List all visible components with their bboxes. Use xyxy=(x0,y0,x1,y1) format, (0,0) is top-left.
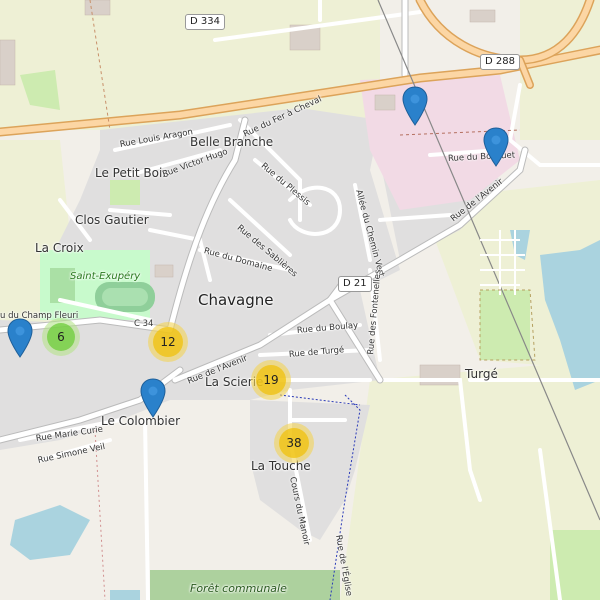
map-pin-marker-commercial[interactable] xyxy=(402,86,428,126)
road-label-c34: C 34 xyxy=(134,319,154,329)
road-shield-d334: D 334 xyxy=(185,14,225,30)
road-shield-d288: D 288 xyxy=(480,54,520,70)
park-label-saint-exupery: Saint-Exupéry xyxy=(70,271,141,282)
place-label-clos-gautier: Clos Gautier xyxy=(75,213,149,227)
marker-cluster-38[interactable]: 38 xyxy=(274,423,314,463)
place-label-la-croix: La Croix xyxy=(35,241,84,255)
marker-cluster-19[interactable]: 19 xyxy=(251,360,291,400)
cluster-count: 19 xyxy=(263,373,279,387)
map-pin-marker-bosquet[interactable] xyxy=(483,127,509,167)
marker-cluster-6[interactable]: 6 xyxy=(42,318,80,356)
place-label-le-petit-bois: Le Petit Bois xyxy=(95,166,169,180)
town-label-chavagne: Chavagne xyxy=(198,291,274,309)
road-shield-d21: D 21 xyxy=(338,276,372,292)
map-pin-marker-west[interactable] xyxy=(7,318,33,358)
cluster-count: 6 xyxy=(57,330,65,344)
marker-cluster-12[interactable]: 12 xyxy=(148,322,188,362)
place-label-turge: Turgé xyxy=(465,367,498,381)
cluster-count: 38 xyxy=(286,436,302,450)
forest-label: Forêt communale xyxy=(190,582,287,595)
cluster-count: 12 xyxy=(160,335,176,349)
map-pin-marker-colombier[interactable] xyxy=(140,378,166,418)
map-canvas[interactable]: D 334 D 288 D 21 C 34 Belle Branche Le P… xyxy=(0,0,600,600)
